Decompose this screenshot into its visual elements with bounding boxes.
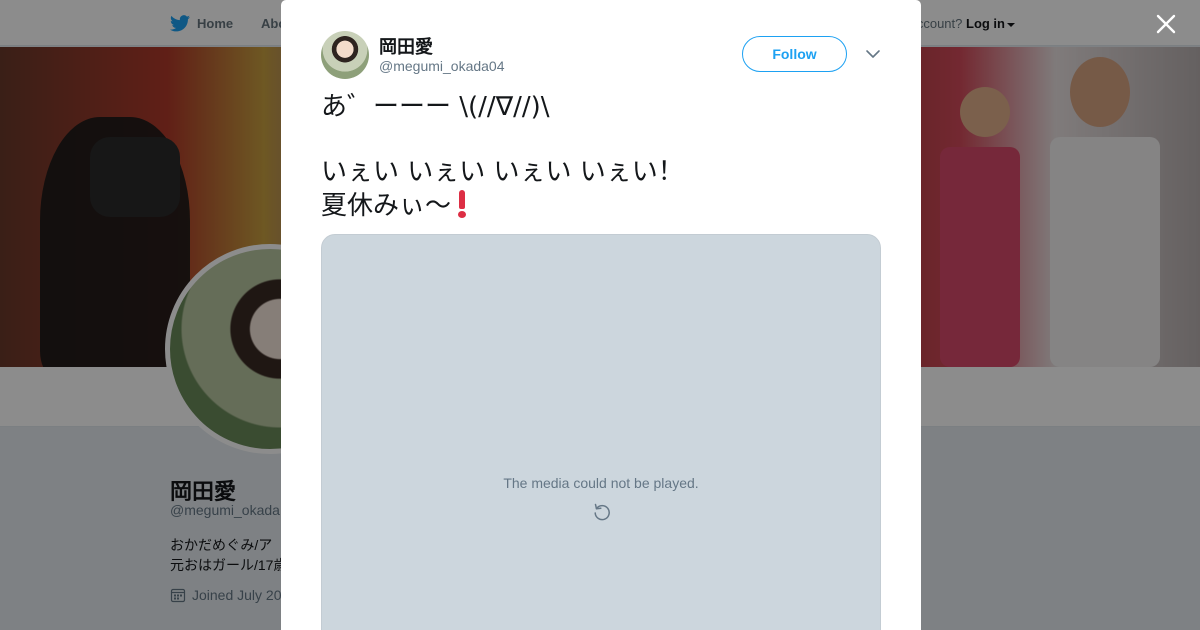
reload-button[interactable] <box>592 502 612 522</box>
author-avatar[interactable] <box>321 31 369 79</box>
close-icon <box>1156 14 1176 34</box>
tweet-text-line: 夏休みぃ〜 <box>321 191 452 221</box>
media-error-message: The media could not be played. <box>503 475 699 491</box>
exclamation-emoji-icon <box>457 190 467 218</box>
author-handle[interactable]: @megumi_okada04 <box>379 58 505 74</box>
follow-button[interactable]: Follow <box>742 36 847 72</box>
media-player[interactable]: The media could not be played. <box>321 234 881 630</box>
chevron-down-icon <box>866 50 880 58</box>
reload-icon <box>594 503 610 521</box>
tweet-text-line: いぇい いぇい いぇい いぇい！ <box>321 157 684 187</box>
tweet-text-line: あ゛ーーー \(//∇//)\ <box>321 92 550 122</box>
author-name[interactable]: 岡田愛 <box>379 33 433 59</box>
close-button[interactable] <box>1152 10 1180 38</box>
tweet-menu-button[interactable] <box>865 47 881 61</box>
tweet-modal: 岡田愛 @megumi_okada04 Follow あ゛ーーー \(//∇//… <box>281 0 921 630</box>
tweet-text-line-with-emoji: 夏休みぃ〜 <box>321 189 881 223</box>
tweet-text: あ゛ーーー \(//∇//)\ いぇい いぇい いぇい いぇい！ 夏休みぃ〜 <box>321 90 881 223</box>
